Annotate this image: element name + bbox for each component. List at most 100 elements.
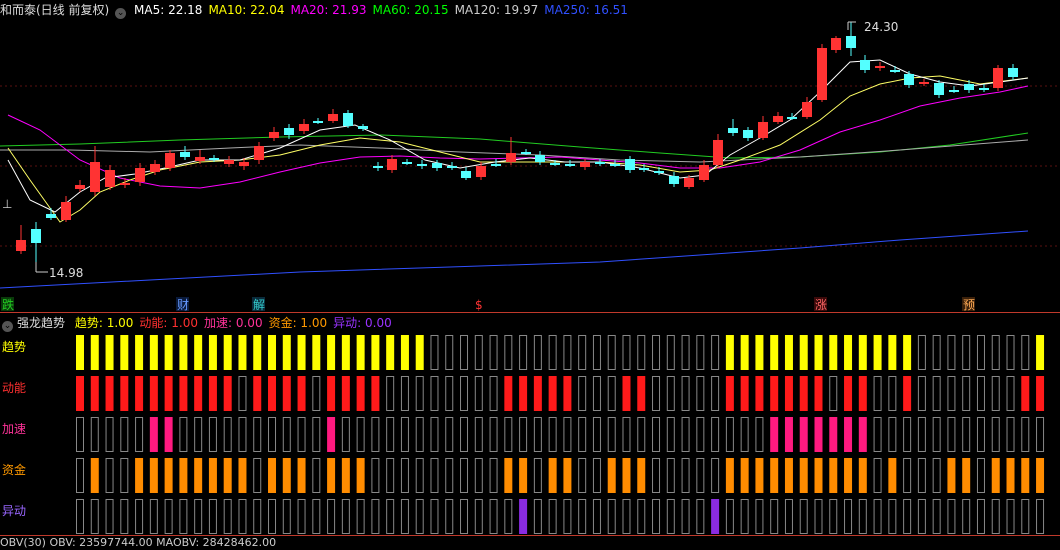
- indicator-bar: [149, 376, 158, 411]
- indicator-bar: [947, 335, 956, 370]
- indicator-bar: [327, 376, 336, 411]
- candlestick: [46, 208, 56, 220]
- indicator-bar: [445, 458, 454, 493]
- indicator-bar: [637, 499, 646, 534]
- indicator-bar: [371, 335, 380, 370]
- candlestick: [713, 134, 723, 168]
- indicator-bar: [238, 335, 247, 370]
- event-marker[interactable]: 解: [252, 297, 265, 312]
- indicator-bar: [563, 417, 572, 452]
- event-marker[interactable]: 财: [176, 297, 189, 312]
- indicator-bar: [282, 335, 291, 370]
- candlestick: [919, 79, 929, 86]
- indicator-bar: [238, 376, 247, 411]
- candlestick: [860, 55, 870, 73]
- candlestick: [773, 112, 783, 124]
- event-marker[interactable]: 跌: [1, 297, 14, 312]
- indicator-bar: [888, 458, 897, 493]
- indicator-bar: [799, 458, 808, 493]
- indicator-bar: [327, 458, 336, 493]
- candle-body: [120, 183, 130, 185]
- candlestick: [904, 71, 914, 88]
- indicator-bar: [533, 335, 542, 370]
- indicator-chart[interactable]: 趋势动能加速资金异动: [0, 330, 1060, 535]
- candlestick: [831, 36, 841, 53]
- indicator-bar: [164, 376, 173, 411]
- event-markers: 跌 财 解 $ 涨 预: [1, 297, 975, 312]
- indicator-bar: [637, 376, 646, 411]
- ma-line: [7, 59, 1029, 213]
- indicator-bar: [947, 376, 956, 411]
- indicator-bar: [253, 458, 262, 493]
- indicator-bar: [400, 417, 409, 452]
- indicator-bar: [903, 417, 912, 452]
- indicator-bar: [917, 458, 926, 493]
- indicator-bar: [445, 499, 454, 534]
- indicator-bar: [784, 335, 793, 370]
- indicator-bar: [460, 458, 469, 493]
- candle-body: [299, 124, 309, 131]
- indicator-bar: [312, 417, 321, 452]
- candle-body: [565, 164, 575, 166]
- indicator-bar: [208, 335, 217, 370]
- indicator-bar: [445, 335, 454, 370]
- candle-body: [46, 214, 56, 218]
- indicator-bar: [917, 376, 926, 411]
- indicator-bar: [917, 335, 926, 370]
- price-chart[interactable]: 24.30 14.98 ⊥ 跌 财 解 $ 涨 预: [0, 0, 1060, 312]
- indicator-bar: [341, 499, 350, 534]
- indicator-bar: [415, 417, 424, 452]
- indicator-bar: [932, 376, 941, 411]
- event-marker[interactable]: 预: [962, 297, 975, 312]
- candlestick: [254, 142, 264, 164]
- indicator-bar: [755, 376, 764, 411]
- indicator-bar: [474, 458, 483, 493]
- candlestick: [993, 65, 1003, 91]
- indicator-bar: [135, 499, 144, 534]
- indicator-bar: [105, 458, 114, 493]
- candle-body: [195, 157, 205, 161]
- indicator-bar: [1021, 335, 1030, 370]
- indicator-bar: [164, 458, 173, 493]
- indicator-bar: [504, 499, 513, 534]
- candle-body: [328, 114, 338, 121]
- candle-body: [846, 36, 856, 48]
- indicator-bar: [814, 417, 823, 452]
- indicator-bar: [430, 335, 439, 370]
- event-marker[interactable]: $: [474, 297, 487, 312]
- event-marker[interactable]: 涨: [814, 297, 827, 312]
- candle-body: [625, 159, 635, 170]
- candle-body: [165, 153, 175, 168]
- indicator-bar: [607, 335, 616, 370]
- indicator-bars: [76, 335, 1045, 534]
- indicator-bar: [341, 376, 350, 411]
- candle-body: [16, 240, 26, 251]
- indicator-bar: [991, 417, 1000, 452]
- indicator-bar: [135, 335, 144, 370]
- indicator-bar: [622, 376, 631, 411]
- indicator-bar: [282, 417, 291, 452]
- indicator-bar: [592, 376, 601, 411]
- indicator-bar: [563, 499, 572, 534]
- indicator-bar: [770, 335, 779, 370]
- indicator-bar: [120, 376, 129, 411]
- indicator-bar: [696, 335, 705, 370]
- indicator-bar: [149, 458, 158, 493]
- indicator-bar: [533, 376, 542, 411]
- candle-body: [75, 185, 85, 189]
- event-marker-label: 跌: [2, 297, 14, 312]
- indicator-bar: [504, 458, 513, 493]
- indicator-bar: [829, 458, 838, 493]
- candlestick: [165, 150, 175, 171]
- indicator-legend-item: 异动: 0.00: [333, 316, 392, 330]
- indicator-bar: [592, 417, 601, 452]
- indicator-bar: [149, 499, 158, 534]
- indicator-bar: [415, 458, 424, 493]
- indicator-bar: [297, 335, 306, 370]
- indicator-bar: [755, 499, 764, 534]
- indicator-bar: [814, 499, 823, 534]
- indicator-bar: [1036, 499, 1045, 534]
- indicator-bar: [844, 458, 853, 493]
- indicator-bar: [76, 376, 84, 411]
- candle-body: [254, 146, 264, 160]
